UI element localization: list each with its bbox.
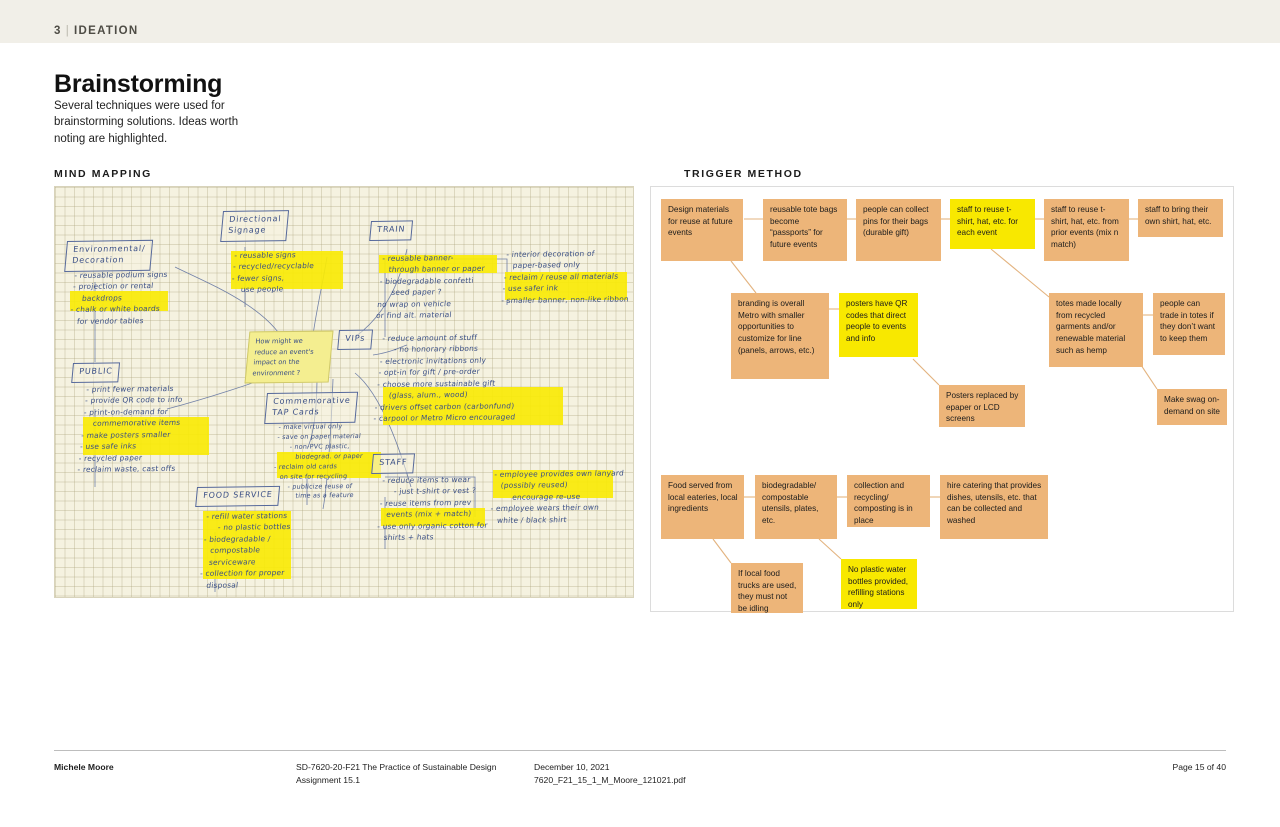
footer-filename: 7620_F21_15_1_M_Moore_121021.pdf <box>534 774 686 785</box>
trigger-note: Food served from local eateries, local i… <box>661 475 744 539</box>
footer-date-line1: December 10, 2021 <box>534 762 610 772</box>
mind-center-question: How might we reduce an event's impact on… <box>244 330 334 384</box>
page-title: Brainstorming <box>54 69 223 98</box>
trigger-note: biodegradable/ compostable utensils, pla… <box>755 475 837 539</box>
mind-node-public: PUBLIC <box>71 362 121 383</box>
mind-node-commemorative-tap-cards: Commemorative TAP Cards <box>264 391 359 424</box>
trigger-note: reusable tote bags become “passports” fo… <box>763 199 847 261</box>
page-intro-text: Several techniques were used for brainst… <box>54 99 239 145</box>
trigger-note: totes made locally from recycled garment… <box>1049 293 1143 367</box>
trigger-note: people can collect pins for their bags (… <box>856 199 941 261</box>
footer-course-line1: SD-7620-20-F21 The Practice of Sustainab… <box>296 762 497 772</box>
mind-node-food-service: FOOD SERVICE <box>195 485 281 507</box>
trigger-note: staff to reuse t-shirt, hat, etc. from p… <box>1044 199 1129 261</box>
mind-node-environmental: Environmental/ Decoration <box>64 239 154 272</box>
mind-node-staff: STAFF <box>371 453 416 474</box>
trigger-note: Posters replaced by epaper or LCD screen… <box>939 385 1025 427</box>
trigger-note: Design materials for reuse at future eve… <box>661 199 743 261</box>
trigger-method-panel: Design materials for reuse at future eve… <box>650 186 1234 613</box>
trigger-note: staff to bring their own shirt, hat, etc… <box>1138 199 1223 237</box>
footer-course-line2: Assignment 15.1 <box>296 774 361 785</box>
mind-items-train-right: - interior decoration of paper-based onl… <box>500 248 630 305</box>
trigger-note: If local food trucks are used, they must… <box>731 563 803 613</box>
trigger-note-highlighted: No plastic water bottles provided, refil… <box>841 559 917 609</box>
mind-node-vips: VIPs <box>337 329 373 350</box>
mind-items-environmental: - reusable podium signs - projection or … <box>68 269 169 326</box>
mind-items-staff: - reduce items to wear - just t-shirt or… <box>375 474 489 543</box>
section-label-trigger-method: TRIGGER METHOD <box>684 168 803 180</box>
mind-items-food-service: - refill water stations - no plastic bot… <box>198 511 292 590</box>
page-header-band <box>0 0 1280 43</box>
footer-divider <box>54 750 1226 751</box>
trigger-note-highlighted: staff to reuse t-shirt, hat, etc. for ea… <box>950 199 1035 249</box>
mind-items-staff-right: - employee provides own lanyard (possibl… <box>488 468 625 525</box>
trigger-note-highlighted: posters have QR codes that direct people… <box>839 293 918 357</box>
trigger-note: hire catering that provides dishes, uten… <box>940 475 1048 539</box>
chapter-kicker: 3 | IDEATION <box>54 25 139 37</box>
footer-date: December 10, 2021 7620_F21_15_1_M_Moore_… <box>534 761 685 787</box>
trigger-note: branding is overall Metro with smaller o… <box>731 293 829 379</box>
section-label-mind-mapping: MIND MAPPING <box>54 168 152 180</box>
trigger-note: Make swag on-demand on site <box>1157 389 1227 425</box>
trigger-note: people can trade in totes if they don’t … <box>1153 293 1225 355</box>
mind-items-vips: - reduce amount of stuff - no honorary r… <box>373 332 516 424</box>
mind-node-train: TRAIN <box>369 220 413 241</box>
mind-items-directional-signage: - reusable signs - recycled/recyclable -… <box>230 250 315 295</box>
mind-items-public: - print fewer materials - provide QR cod… <box>77 383 183 475</box>
mind-items-train: - reusable banner- through banner or pap… <box>375 253 486 321</box>
mind-map-canvas: Environmental/ Decoration - reusable pod… <box>54 186 634 598</box>
kicker-separator: | <box>65 25 70 37</box>
footer-author: Michele Moore <box>54 762 114 772</box>
chapter-number: 3 <box>54 25 62 37</box>
footer-course: SD-7620-20-F21 The Practice of Sustainab… <box>296 761 496 787</box>
mind-node-directional-signage: Directional Signage <box>220 210 290 242</box>
trigger-note: collection and recycling/ composting is … <box>847 475 930 527</box>
mind-items-commemorative: - make virtual only - save on paper mate… <box>270 422 364 501</box>
chapter-title: IDEATION <box>74 25 139 37</box>
footer-page-number: Page 15 of 40 <box>1172 762 1226 772</box>
